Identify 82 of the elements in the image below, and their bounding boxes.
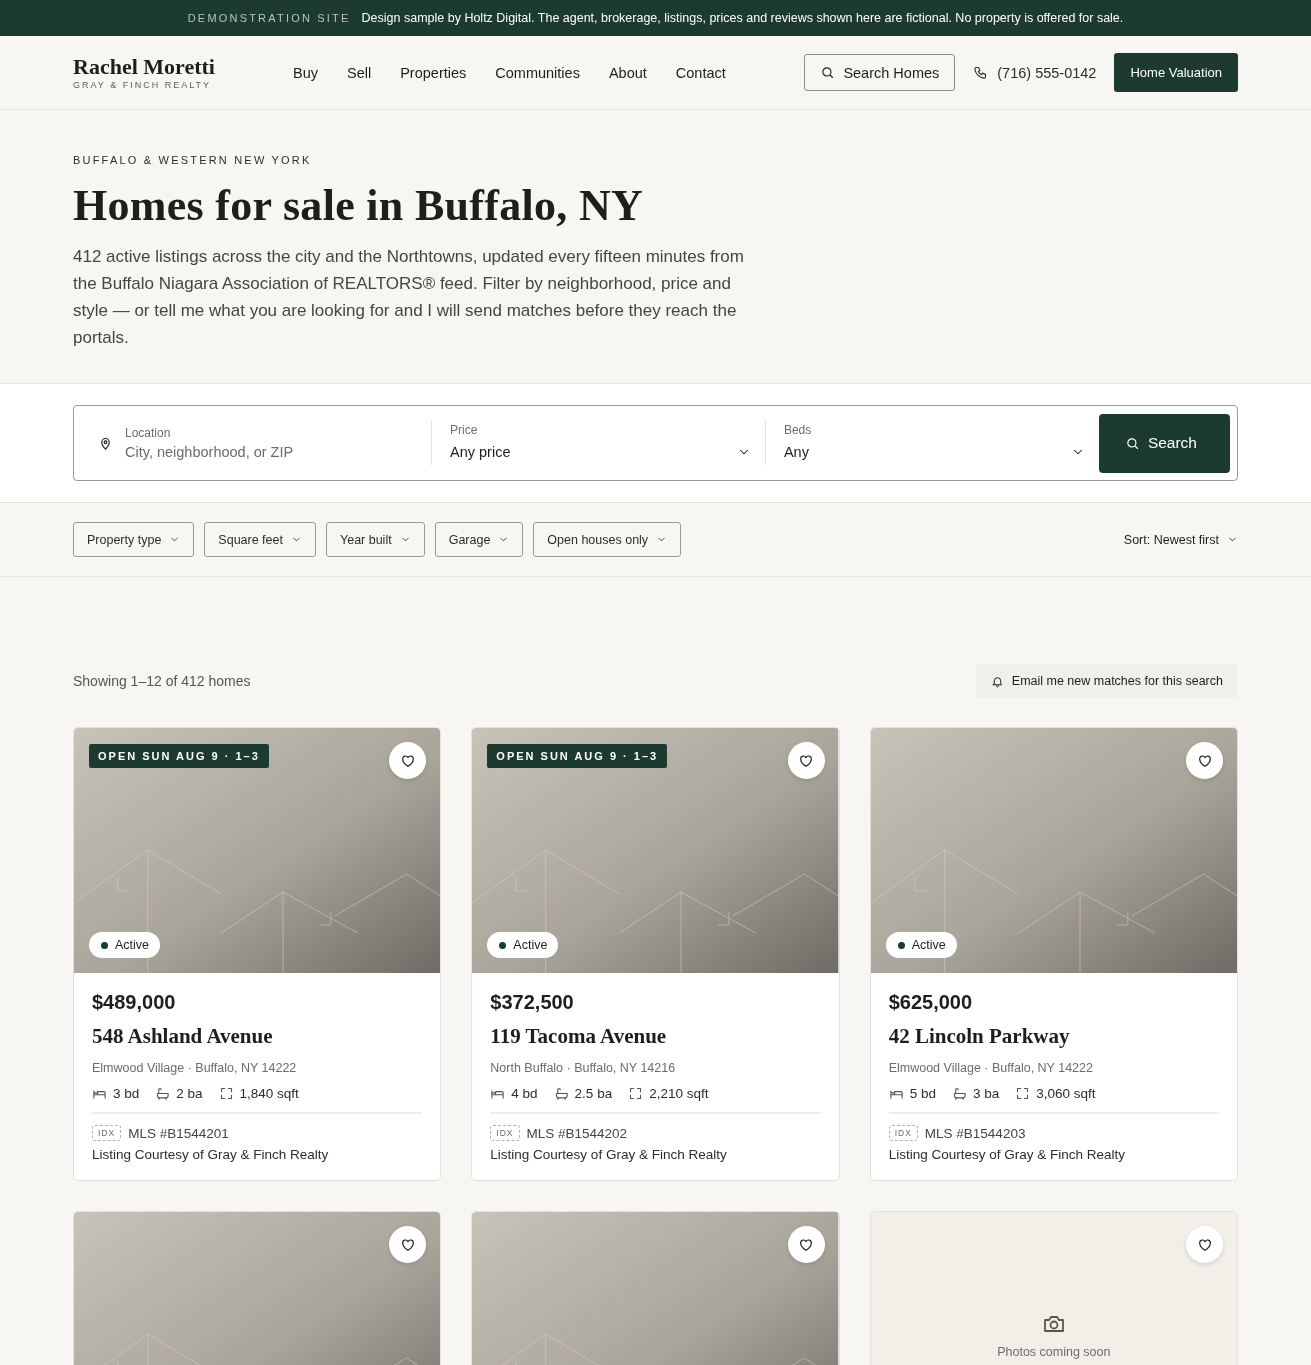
- mls-number: MLS #B1544203: [924, 1125, 1026, 1141]
- filter-dropdown[interactable]: Property type: [73, 522, 195, 557]
- listing-courtesy: Listing Courtesy of Gray & Finch Realty: [888, 1147, 1126, 1162]
- floor-area-icon: [1015, 1086, 1031, 1101]
- field-label: Beds: [783, 423, 813, 437]
- bell-icon: [990, 674, 1004, 688]
- heart-icon: [798, 752, 815, 769]
- search-button[interactable]: Search: [1098, 413, 1230, 473]
- nav-link[interactable]: Contact: [675, 64, 726, 81]
- bedroom-count: 4 bd: [511, 1086, 538, 1101]
- disclaimer-text: Design sample by Holtz Digital. The agent, brokerage, listings, prices and reviews shown here are fictional. No property is offered for sale.: [361, 11, 1124, 25]
- listing-location: Elmwood Village · Buffalo, NY 14222: [888, 1061, 1094, 1075]
- bathtub-icon: [155, 1086, 171, 1101]
- listing-price: $372,500: [490, 991, 575, 1014]
- select-dropdown[interactable]: Any price: [450, 441, 751, 463]
- location-pin-icon: [98, 435, 113, 451]
- search-icon: [1124, 435, 1140, 451]
- results-count: Showing 1–12 of 412 homes: [73, 673, 251, 689]
- idx-badge: IDX: [490, 1125, 520, 1141]
- listing-price: $489,000: [92, 991, 177, 1014]
- mls-number: MLS #B1544202: [526, 1125, 628, 1141]
- floor-area-icon: [628, 1086, 644, 1101]
- listing-location: Elmwood Village · Buffalo, NY 14222: [92, 1061, 298, 1075]
- nav-link[interactable]: About: [608, 64, 647, 81]
- heart-icon: [399, 752, 416, 769]
- location-input[interactable]: City, neighborhood, or ZIP: [125, 444, 417, 460]
- idx-badge: IDX: [888, 1125, 918, 1141]
- heart-icon: [798, 1236, 815, 1253]
- phone-icon: [973, 65, 989, 80]
- listing-courtesy: Listing Courtesy of Gray & Finch Realty: [92, 1147, 330, 1162]
- listing-courtesy: Listing Courtesy of Gray & Finch Realty: [490, 1147, 728, 1162]
- page-title: Homes for sale in Buffalo, NY: [73, 180, 645, 231]
- filter-dropdown[interactable]: Garage: [434, 522, 524, 557]
- bathtub-icon: [951, 1086, 967, 1101]
- bedroom-count: 3 bd: [113, 1086, 140, 1101]
- favorite-button[interactable]: [1186, 1226, 1223, 1263]
- nav-link[interactable]: Communities: [495, 64, 580, 81]
- filter-dropdown[interactable]: Open houses only: [533, 522, 682, 557]
- idx-badge: IDX: [92, 1125, 122, 1141]
- heart-icon: [1196, 1236, 1213, 1253]
- open-house-badge: OPEN SUN AUG 9 · 1–3: [89, 744, 269, 768]
- select-dropdown[interactable]: Any: [783, 441, 1085, 463]
- square-footage: 3,060 sqft: [1036, 1086, 1096, 1101]
- nav-link[interactable]: Buy: [293, 64, 318, 81]
- square-footage: 1,840 sqft: [239, 1086, 299, 1101]
- home-valuation-button[interactable]: Home Valuation: [1114, 53, 1238, 92]
- eyebrow-text: BUFFALO & WESTERN NEW YORK: [73, 154, 313, 166]
- filter-dropdown[interactable]: Year built: [326, 522, 425, 557]
- listing-address[interactable]: 548 Ashland Avenue: [92, 1024, 423, 1049]
- email-alert-button[interactable]: Email me new matches for this search: [975, 664, 1238, 698]
- field-label: Location: [125, 426, 172, 440]
- bathroom-count: 2.5 ba: [574, 1086, 613, 1101]
- intro-paragraph: 412 active listings across the city and the Northtowns, updated every fifteen minutes from the Buffalo Niagara Association of REALTORS® feed. Filter by neighborhood, price and style — or tell me what you are looking for and I will send matches before they reach the portals.: [73, 246, 745, 349]
- status-badge: Active: [885, 932, 957, 958]
- banner-label: DEMONSTRATION SITE: [187, 12, 351, 24]
- square-footage: 2,210 sqft: [649, 1086, 709, 1101]
- filter-dropdown[interactable]: Square feet: [204, 522, 316, 557]
- photo-placeholder-text: Photos coming soon: [997, 1345, 1111, 1359]
- brokerage-name: GRAY & FINCH REALTY: [73, 79, 213, 90]
- sort-dropdown[interactable]: Sort: Newest first: [1123, 532, 1238, 547]
- nav-link[interactable]: Sell: [347, 64, 372, 81]
- bathtub-icon: [553, 1086, 569, 1101]
- field-label: Price: [450, 423, 479, 437]
- search-homes-button[interactable]: Search Homes: [804, 54, 956, 91]
- mls-number: MLS #B1544201: [128, 1125, 229, 1141]
- bathroom-count: 3 ba: [972, 1086, 1000, 1101]
- listing-location: North Buffalo · Buffalo, NY 14216: [490, 1061, 677, 1075]
- listing-address[interactable]: 119 Tacoma Avenue: [490, 1024, 821, 1049]
- agent-name[interactable]: Rachel Moretti: [73, 55, 293, 78]
- heart-icon: [1196, 752, 1213, 769]
- floor-area-icon: [218, 1086, 234, 1101]
- search-icon: [820, 65, 836, 80]
- listing-price: $625,000: [888, 991, 974, 1014]
- phone-link[interactable]: (716) 555-0142: [997, 64, 1097, 81]
- nav-link[interactable]: Properties: [400, 64, 467, 81]
- listing-address[interactable]: 42 Lincoln Parkway: [888, 1024, 1219, 1049]
- open-house-badge: OPEN SUN AUG 9 · 1–3: [487, 744, 668, 768]
- bathroom-count: 2 ba: [176, 1086, 203, 1101]
- status-badge: Active: [89, 932, 161, 958]
- status-badge: Active: [487, 932, 559, 958]
- heart-icon: [399, 1236, 416, 1253]
- bedroom-count: 5 bd: [909, 1086, 936, 1101]
